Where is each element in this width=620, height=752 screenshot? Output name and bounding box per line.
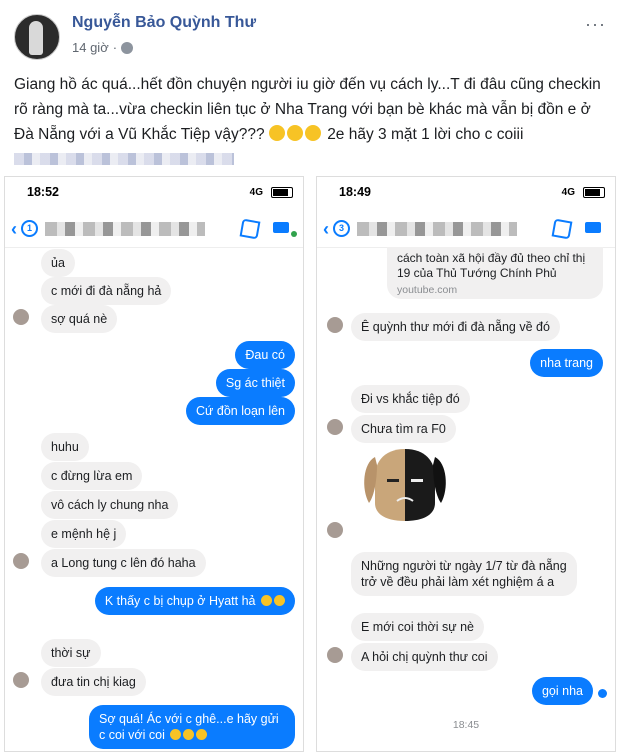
post-text: Giang hồ ác quá...hết đồn chuyện người i… <box>14 72 609 172</box>
message-bubble[interactable]: a Long tung c lên đó haha <box>41 549 206 577</box>
contact-avatar <box>327 647 343 663</box>
message-bubble[interactable]: Chưa tìm ra F0 <box>351 415 456 443</box>
phone-call-icon[interactable] <box>239 218 261 240</box>
message-bubble[interactable]: ủa <box>41 249 75 277</box>
laughing-emoji-icon <box>170 729 182 740</box>
contact-avatar <box>327 522 343 538</box>
chat-nav-bar: ‹ 3 <box>317 207 615 248</box>
message-bubble[interactable]: Sg ác thiệt <box>215 369 295 397</box>
dog-sticker[interactable] <box>357 443 453 523</box>
online-status-dot <box>291 231 297 237</box>
more-options-button[interactable]: ··· <box>585 14 606 35</box>
message-bubble[interactable]: K thấy c bị chụp ở Hyatt hả <box>94 587 295 615</box>
post-header: Nguyễn Bảo Quỳnh Thư 14 giờ · ··· <box>0 0 620 68</box>
chat-timestamp: 18:45 <box>452 719 480 731</box>
laughing-emoji-icon <box>261 595 272 606</box>
blurred-contact-name <box>45 222 205 236</box>
unread-badge: 1 <box>21 220 38 237</box>
status-time: 18:52 <box>27 185 59 199</box>
chat-nav-bar: ‹ 1 <box>5 207 303 248</box>
message-bubble[interactable]: nha trang <box>530 349 603 377</box>
message-bubble[interactable]: huhu <box>41 433 89 461</box>
video-call-icon[interactable] <box>585 222 601 233</box>
battery-icon <box>583 187 605 198</box>
message-bubble[interactable]: Đi vs khắc tiệp đó <box>351 385 470 413</box>
blurred-tags <box>14 153 234 165</box>
message-bubble[interactable]: gọi nha <box>531 677 593 705</box>
signal-indicator: 4G <box>249 187 263 198</box>
message-text: K thấy c bị chụp ở Hyatt hả <box>104 594 256 608</box>
battery-icon <box>271 187 293 198</box>
laughing-emoji-icon <box>286 125 303 141</box>
status-bar: 18:52 4G <box>5 177 303 205</box>
author-name[interactable]: Nguyễn Bảo Quỳnh Thư <box>72 14 256 32</box>
link-card-domain: youtube.com <box>397 284 458 296</box>
contact-avatar <box>327 419 343 435</box>
laughing-emoji-icon <box>183 729 195 740</box>
youtube-link-card[interactable]: cách toàn xã hội đầy đủ theo chỉ thị 19 … <box>387 247 603 299</box>
message-bubble[interactable]: Đau có <box>235 341 295 369</box>
post-meta: 14 giờ · <box>72 40 134 55</box>
link-card-text: cách toàn xã hội đầy đủ theo chỉ thị 19 … <box>397 251 586 280</box>
chat-screenshot-right: 18:49 4G ‹ 3 cách toàn xã hội đầy đủ the… <box>316 176 616 752</box>
laughing-emoji-icon <box>268 125 285 141</box>
author-avatar[interactable] <box>14 14 60 60</box>
contact-avatar <box>13 309 29 325</box>
laughing-emoji-icon <box>274 595 285 606</box>
back-arrow-icon[interactable]: ‹ <box>11 219 17 240</box>
blurred-contact-name <box>357 222 517 236</box>
phone-call-icon[interactable] <box>551 218 573 240</box>
video-call-icon[interactable] <box>273 222 289 233</box>
chat-screenshot-left: 18:52 4G ‹ 1 ủa c mới đi đà nẵng hả sợ q… <box>4 176 304 752</box>
contact-avatar <box>327 317 343 333</box>
message-bubble[interactable]: A hỏi chị quỳnh thư coi <box>351 643 498 671</box>
message-bubble[interactable]: thời sự <box>41 639 101 667</box>
message-bubble[interactable]: đưa tin chị kiag <box>41 668 146 696</box>
laughing-emoji-icon <box>196 729 208 740</box>
globe-icon <box>121 41 134 54</box>
contact-avatar <box>13 672 29 688</box>
contact-avatar <box>13 553 29 569</box>
message-bubble[interactable]: Những người từ ngày 1/7 từ đà nẵng trở v… <box>351 552 577 596</box>
message-bubble[interactable]: Cứ đồn loạn lên <box>186 397 295 425</box>
message-bubble[interactable]: c đừng lừa em <box>41 462 143 490</box>
post-text-tail: 2e hãy 3 mặt 1 lời cho c coiii <box>327 126 524 143</box>
status-time: 18:49 <box>339 185 371 199</box>
message-bubble[interactable]: Sợ quá! Ác với c ghê...e hãy gửi c coi v… <box>89 705 295 749</box>
unread-badge: 3 <box>333 220 350 237</box>
signal-indicator: 4G <box>561 187 575 198</box>
back-arrow-icon[interactable]: ‹ <box>323 219 329 240</box>
status-bar: 18:49 4G <box>317 177 615 205</box>
read-receipt-icon <box>598 689 607 698</box>
message-bubble[interactable]: E mới coi thời sự nè <box>351 613 484 641</box>
message-bubble[interactable]: Ê quỳnh thư mới đi đà nẵng về đó <box>351 313 560 341</box>
message-bubble[interactable]: vô cách ly chung nha <box>41 491 179 519</box>
post-time[interactable]: 14 giờ <box>72 40 109 55</box>
message-bubble[interactable]: e mệnh hệ j <box>41 520 127 548</box>
laughing-emoji-icon <box>304 125 321 141</box>
message-bubble[interactable]: sợ quá nè <box>41 305 118 333</box>
message-bubble[interactable]: c mới đi đà nẵng hả <box>41 277 172 305</box>
